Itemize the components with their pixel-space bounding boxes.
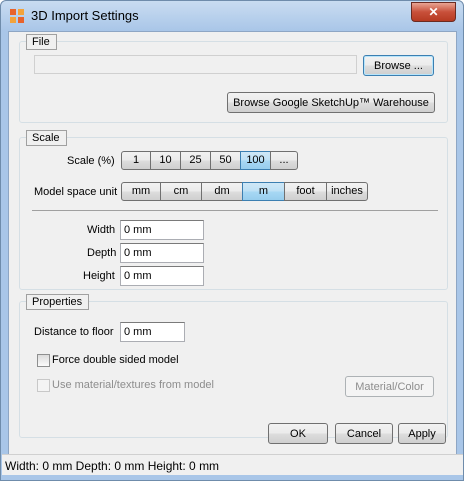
- width-field[interactable]: 0 mm: [120, 220, 204, 240]
- title-bar[interactable]: 3D Import Settings ✕: [1, 1, 463, 31]
- browse-button[interactable]: Browse ...: [363, 55, 434, 76]
- browse-warehouse-button[interactable]: Browse Google SketchUp™ Warehouse: [227, 92, 435, 113]
- double-sided-checkbox[interactable]: [37, 354, 50, 367]
- height-field[interactable]: 0 mm: [120, 266, 204, 286]
- use-material-label: Use material/textures from model: [52, 379, 214, 391]
- material-color-button: Material/Color: [345, 376, 434, 397]
- scale-option-50[interactable]: 50: [210, 151, 241, 170]
- file-path-field: [34, 55, 357, 74]
- window-title: 3D Import Settings: [31, 8, 139, 23]
- scale-option-25[interactable]: 25: [180, 151, 211, 170]
- depth-field[interactable]: 0 mm: [120, 243, 204, 263]
- status-bar: Width: 0 mm Depth: 0 mm Height: 0 mm: [2, 454, 463, 475]
- app-icon: [10, 9, 24, 23]
- scale-group: Scale Scale (%) 1 10 25 50 100 ... Model…: [19, 130, 448, 290]
- scale-option-1[interactable]: 1: [121, 151, 151, 170]
- properties-group: Properties Distance to floor 0 mm Force …: [19, 294, 448, 438]
- double-sided-label[interactable]: Force double sided model: [52, 354, 179, 366]
- unit-option-mm[interactable]: mm: [121, 182, 161, 201]
- file-legend: File: [26, 34, 57, 50]
- width-label: Width: [87, 224, 116, 236]
- scale-option-10[interactable]: 10: [150, 151, 181, 170]
- close-button[interactable]: ✕: [411, 2, 456, 22]
- dialog-body: File Browse ... Browse Google SketchUp™ …: [2, 31, 463, 475]
- cancel-button[interactable]: Cancel: [335, 423, 393, 444]
- height-label: Height: [83, 270, 115, 282]
- unit-option-m[interactable]: m: [242, 182, 285, 201]
- model-space-unit-selector: mm cm dm m foot inches: [121, 182, 368, 201]
- dialog-window: 3D Import Settings ✕ File Browse ... Bro…: [0, 0, 464, 481]
- scale-legend: Scale: [26, 130, 67, 146]
- scale-option-more[interactable]: ...: [270, 151, 298, 170]
- depth-label: Depth: [87, 247, 117, 259]
- file-group: File Browse ... Browse Google SketchUp™ …: [19, 34, 448, 123]
- unit-option-inches[interactable]: inches: [326, 182, 368, 201]
- unit-option-cm[interactable]: cm: [160, 182, 202, 201]
- scale-option-100[interactable]: 100: [240, 151, 271, 170]
- distance-to-floor-field[interactable]: 0 mm: [120, 322, 185, 342]
- properties-legend: Properties: [26, 294, 90, 310]
- status-text: Width: 0 mm Depth: 0 mm Height: 0 mm: [5, 459, 220, 473]
- apply-button[interactable]: Apply: [398, 423, 446, 444]
- close-icon: ✕: [428, 5, 439, 19]
- scale-percent-selector: 1 10 25 50 100 ...: [121, 151, 298, 170]
- unit-option-dm[interactable]: dm: [201, 182, 243, 201]
- scale-percent-label: Scale (%): [67, 155, 115, 167]
- use-material-checkbox: [37, 379, 50, 392]
- model-space-unit-label: Model space unit: [34, 186, 118, 198]
- distance-to-floor-label: Distance to floor: [34, 326, 114, 338]
- scale-separator: [32, 210, 438, 211]
- ok-button[interactable]: OK: [268, 423, 328, 444]
- unit-option-foot[interactable]: foot: [284, 182, 327, 201]
